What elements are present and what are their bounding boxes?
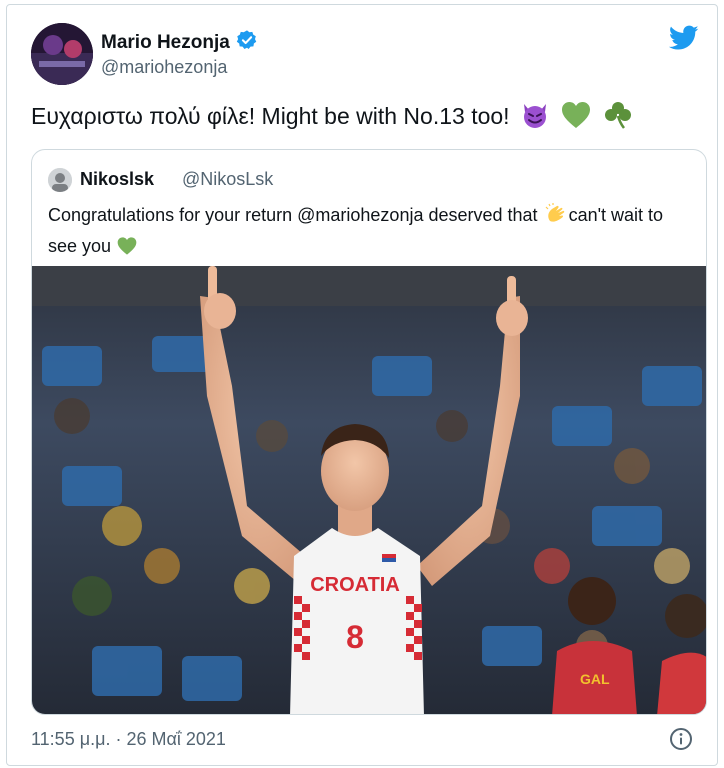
- jersey-number-text: 8: [346, 619, 364, 655]
- author-name-row[interactable]: Mario Hezonja: [101, 29, 258, 57]
- author-avatar[interactable]: [31, 23, 93, 85]
- quoted-author-avatar[interactable]: [48, 168, 72, 192]
- quoted-text: Congratulations for your return @mariohe…: [48, 202, 688, 264]
- tweet-timestamp[interactable]: 11:55 μ.μ. · 26 Μαΐ 2021: [31, 729, 226, 750]
- smiling-devil-emoji-icon: [520, 100, 550, 138]
- quoted-author-handle[interactable]: @NikosLsk: [182, 169, 273, 190]
- quoted-text-part-1: Congratulations for your return @mariohe…: [48, 205, 538, 225]
- info-icon[interactable]: [669, 727, 693, 751]
- green-heart-emoji-icon: [560, 100, 592, 138]
- verified-badge-icon: [236, 29, 258, 57]
- twitter-bird-icon[interactable]: [668, 25, 699, 51]
- jersey-team-text: CROATIA: [310, 574, 400, 596]
- tweet-card: Mario Hezonja @mariohezonja Ευχαριστω πο…: [6, 4, 718, 766]
- green-heart-emoji-icon: [116, 236, 138, 264]
- author-name[interactable]: Mario Hezonja: [101, 32, 230, 54]
- clapping-hands-emoji-icon: [545, 203, 567, 233]
- quoted-photo[interactable]: GAL CROATIA 8: [32, 266, 707, 715]
- quoted-tweet[interactable]: Nikoslsk @NikosLsk Congratulations for y…: [31, 149, 707, 715]
- author-handle[interactable]: @mariohezonja: [101, 57, 227, 78]
- shamrock-emoji-icon: [603, 100, 633, 138]
- tweet-body: Ευχαριστω πολύ φίλε! Might be with No.13…: [31, 103, 510, 129]
- background-jersey-text: GAL: [580, 671, 610, 687]
- tweet-text: Ευχαριστω πολύ φίλε! Might be with No.13…: [31, 100, 711, 138]
- quoted-author-name[interactable]: Nikoslsk: [80, 169, 154, 190]
